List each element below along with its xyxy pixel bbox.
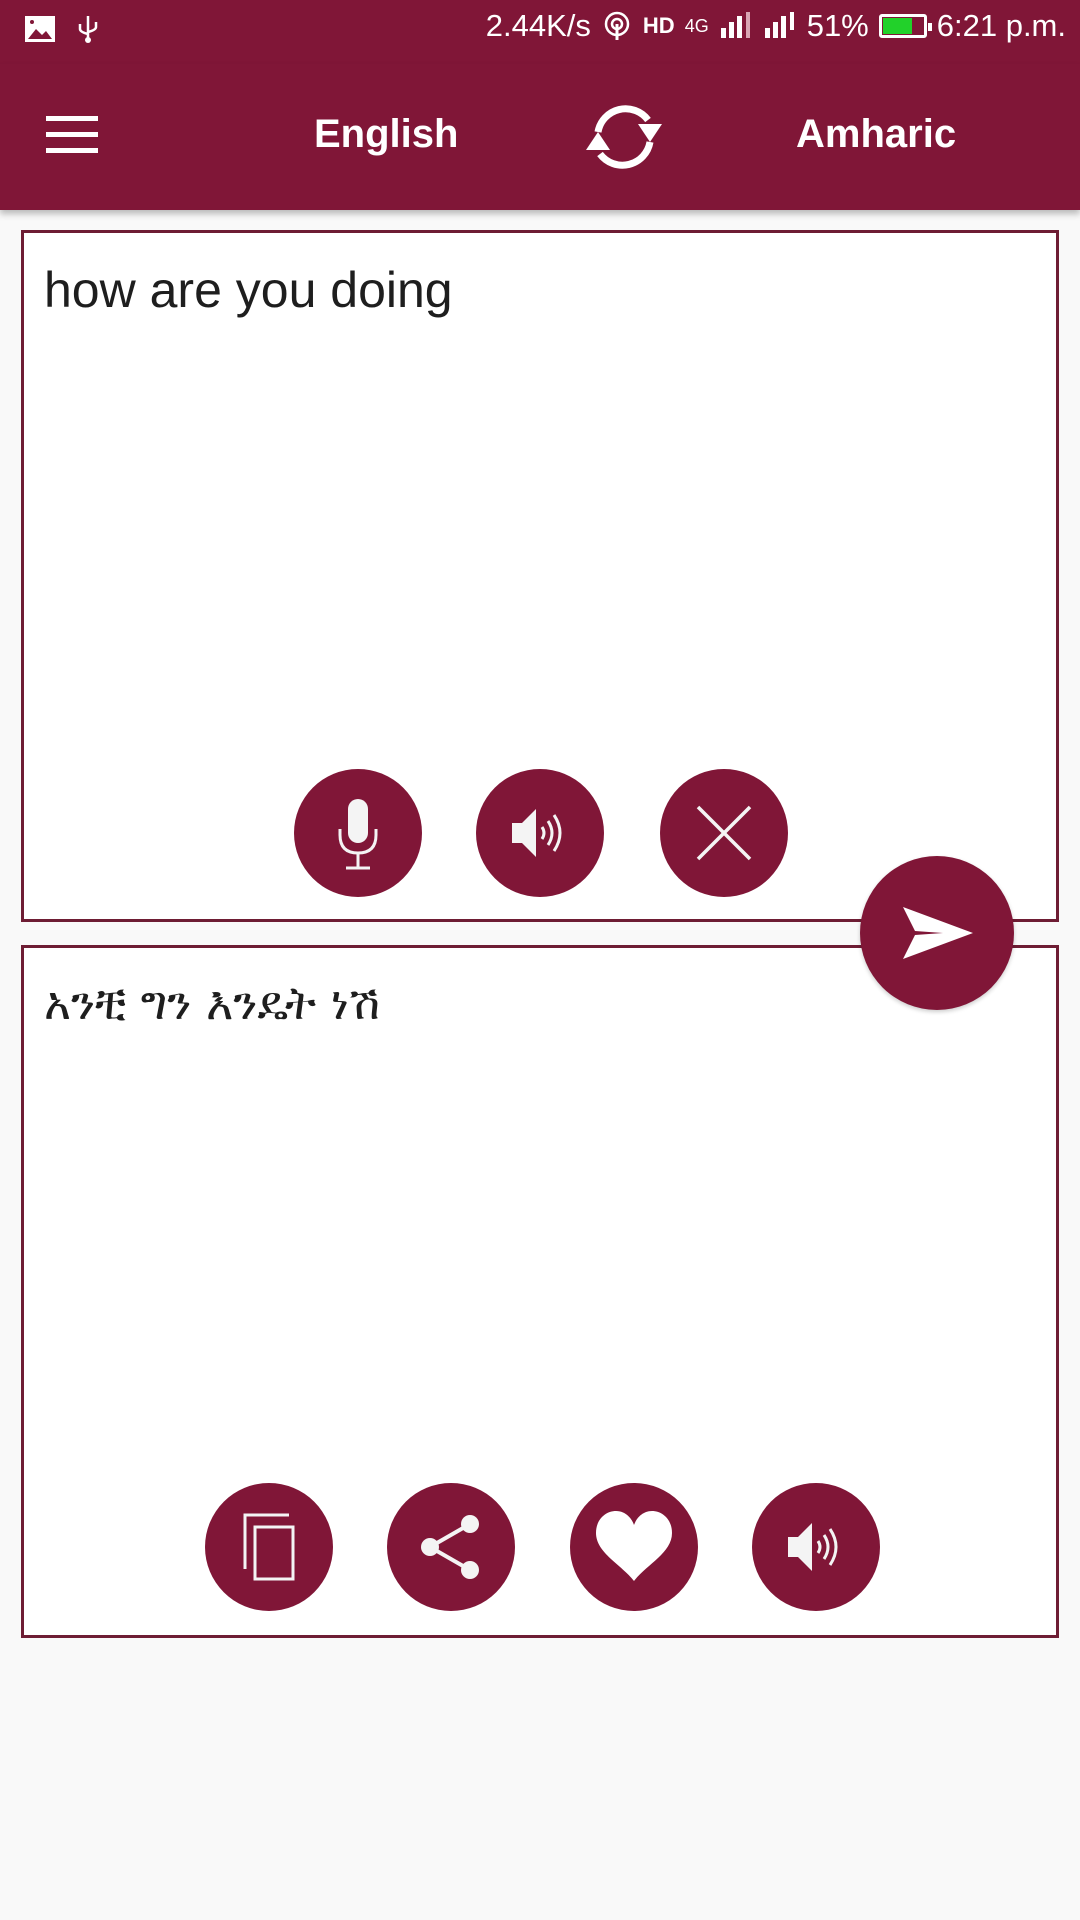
microphone-button[interactable] — [294, 769, 422, 897]
network-speed: 2.44K/s — [485, 8, 591, 43]
signal-sim1-icon — [720, 12, 750, 38]
swap-languages-button[interactable] — [576, 94, 672, 180]
microphone-icon — [338, 799, 378, 870]
swap-languages-icon — [586, 105, 662, 169]
network-type: 4G — [684, 15, 709, 36]
target-language-selector[interactable]: Amharic — [796, 112, 956, 157]
hd-call-icon: HD — [642, 13, 675, 38]
copy-button[interactable] — [205, 1483, 333, 1611]
send-icon — [903, 907, 973, 959]
heart-icon — [596, 1511, 672, 1581]
usb-icon — [78, 16, 98, 43]
clock: 6:21 p.m. — [936, 8, 1066, 43]
clear-input-button[interactable] — [660, 769, 788, 897]
speak-input-button[interactable] — [476, 769, 604, 897]
status-bar: 2.44K/s HD 4G 51% 6:21 p.m. — [0, 0, 1080, 64]
app-bar: English Amharic — [0, 64, 1080, 210]
speaker-icon — [788, 1523, 838, 1571]
signal-sim2-icon — [764, 12, 794, 38]
speak-output-button[interactable] — [752, 1483, 880, 1611]
battery-fill — [882, 18, 912, 34]
translated-text: አንቺ ግን እንዴት ነሽ — [44, 976, 380, 1030]
output-panel: አንቺ ግን እንዴት ነሽ — [21, 945, 1059, 1638]
share-icon — [421, 1515, 479, 1579]
translate-button[interactable] — [860, 856, 1014, 1010]
hotspot-icon — [604, 11, 630, 40]
image-icon — [25, 16, 55, 42]
source-language-selector[interactable]: English — [314, 112, 458, 157]
share-button[interactable] — [387, 1483, 515, 1611]
input-panel[interactable]: how are you doing — [21, 230, 1059, 922]
battery-icon — [878, 14, 932, 38]
input-text-field[interactable]: how are you doing — [44, 261, 453, 319]
hamburger-menu-icon[interactable] — [46, 116, 98, 156]
speaker-icon — [512, 809, 562, 857]
close-icon — [696, 805, 752, 861]
battery-percent: 51% — [806, 8, 869, 43]
favorite-button[interactable] — [570, 1483, 698, 1611]
copy-icon — [243, 1513, 295, 1581]
